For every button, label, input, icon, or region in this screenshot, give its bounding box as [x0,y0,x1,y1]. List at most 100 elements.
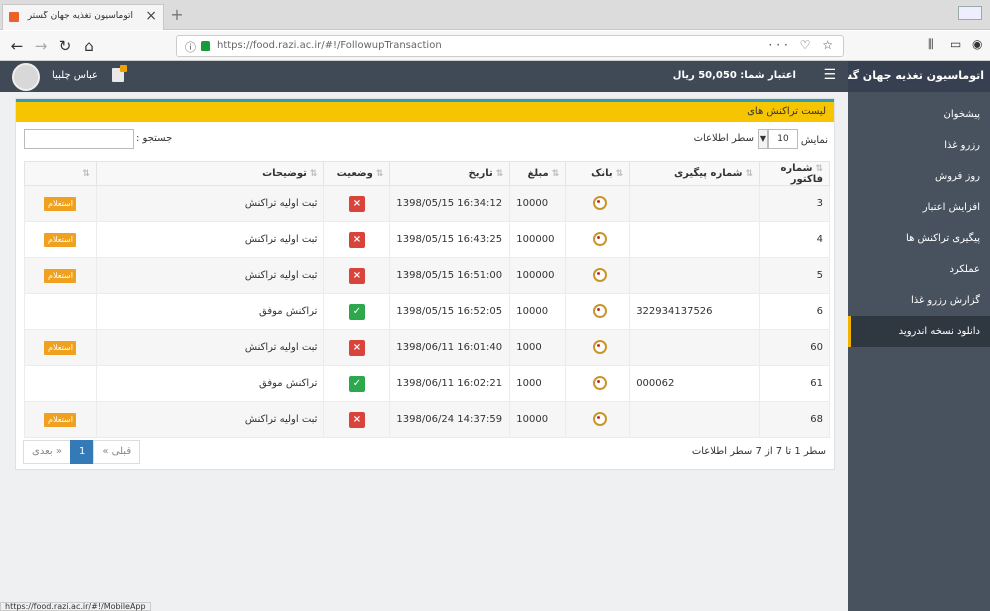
library-icon[interactable]: ⫼ [928,37,934,52]
date-cell: 1398/05/15 16:43:25 [389,221,511,258]
col-bank[interactable]: ⇅بانک [565,161,631,186]
bank-cell [565,365,631,402]
col-date[interactable]: ⇅تاریخ [389,161,511,186]
col-status[interactable]: ⇅وضعیت [323,161,391,186]
sidebar-item-transactions[interactable]: پیگیری تراکنش ها [848,223,990,254]
date-cell: 1398/05/15 16:51:00 [389,257,511,294]
close-icon: × [348,339,365,356]
amount-cell: 1000 [509,329,567,366]
rows-suffix-label: سطر اطلاعات [693,133,754,144]
amount-cell: 100000 [509,221,567,258]
table-info: سطر 1 تا 7 از 7 سطر اطلاعات [691,446,826,457]
panel-title: لیست تراکنش های [747,106,826,117]
check-icon: ✓ [348,303,365,320]
favicon-icon [9,12,19,22]
sidebar-item-increase-credit[interactable]: افزایش اعتبار [848,192,990,223]
invoice-cell: 68 [759,401,830,438]
tracking-cell [629,221,761,258]
window-controls-icon[interactable] [958,6,982,20]
action-cell [24,293,97,330]
bank-logo-icon [592,267,607,282]
bank-logo-icon [592,195,607,210]
transactions-table: ⇅شماره فاکتور ⇅شماره پیگیری ⇅بانک ⇅مبلغ … [24,161,830,438]
date-cell: 1398/05/15 16:34:12 [389,185,511,222]
avatar[interactable] [12,63,40,91]
chevron-down-icon[interactable]: ▼ [758,129,768,149]
close-icon: × [348,195,365,212]
info-icon[interactable]: ⓘ [185,39,196,55]
description-cell: ثبت اولیه تراکنش [95,329,325,366]
url-text[interactable]: https://food.razi.ac.ir/#!/FollowupTrans… [217,40,442,51]
account-icon[interactable]: ◉ [972,37,982,51]
col-amount[interactable]: ⇅مبلغ [509,161,567,186]
sort-icon[interactable]: ⇅ [815,164,823,174]
invoice-cell: 5 [759,257,830,294]
forward-arrow-icon[interactable]: → [30,35,52,57]
notes-icon[interactable] [112,65,127,82]
sidebar-item-day-sale[interactable]: روز فروش [848,161,990,192]
tracking-cell: 000062 [629,365,761,402]
browser-nav-bar: ← → ↻ ⌂ ⓘ https://food.razi.ac.ir/#!/Fol… [0,31,990,61]
col-tracking[interactable]: ⇅شماره پیگیری [629,161,761,186]
sidebar-item-dashboard[interactable]: پیشخوان [848,99,990,130]
invoice-cell: 61 [759,365,830,402]
date-cell: 1398/06/11 16:01:40 [389,329,511,366]
table-row: 3 10000 1398/05/15 16:34:12 × ثبت اولیه تراک… [24,185,830,222]
status-cell: ✓ [323,293,391,330]
amount-cell: 10000 [509,185,567,222]
sort-icon[interactable]: ⇅ [310,169,318,179]
action-cell: استعلام [24,185,97,222]
inquiry-button[interactable]: استعلام [44,268,77,283]
table-row: 68 10000 1398/06/24 14:37:59 × ثبت اولیه ترا… [24,401,830,438]
check-icon: ✓ [348,375,365,392]
tracking-cell [629,401,761,438]
new-tab-button[interactable]: + [168,6,186,24]
sidebar-item-reserve-report[interactable]: گزارش رزرو غذا [848,285,990,316]
sidebar-item-reserve-food[interactable]: رزرو غذا [848,130,990,161]
close-icon: × [348,411,365,428]
description-cell: تراکنش موفق [95,365,325,402]
page-actions-icons[interactable]: ··· ♡ ☆ [768,38,837,52]
browser-tab[interactable]: اتوماسیون تغذیه جهان گستر × [2,4,164,30]
main-content: لیست تراکنش های نمایش 10 ▼ سطر اطلاعات ج… [0,92,848,611]
inquiry-button[interactable]: استعلام [44,232,77,247]
sort-icon[interactable]: ⇅ [82,169,90,179]
bank-logo-icon [592,303,607,318]
col-description[interactable]: ⇅توضیحات [95,161,325,186]
home-icon[interactable]: ⌂ [78,35,100,57]
description-cell: ثبت اولیه تراکنش [95,401,325,438]
sidebar-item-android-download[interactable]: دانلود نسخه اندروید [848,316,990,347]
col-invoice[interactable]: ⇅شماره فاکتور [759,161,830,186]
inquiry-button[interactable]: استعلام [44,412,77,427]
action-cell: استعلام [24,257,97,294]
status-cell: × [323,401,391,438]
sidebar: پیشخوان رزرو غذا روز فروش افزایش اعتبار … [848,92,990,611]
sidebar-toggle-icon[interactable]: ▭ [950,37,961,51]
prev-page-button[interactable]: « قبلی [93,440,141,464]
bank-cell [565,401,631,438]
sort-icon[interactable]: ⇅ [616,169,624,179]
inquiry-button[interactable]: استعلام [44,196,77,211]
sidebar-item-performance[interactable]: عملکرد [848,254,990,285]
sort-icon[interactable]: ⇅ [552,169,560,179]
page-1-button[interactable]: 1 [69,440,95,464]
back-arrow-icon[interactable]: ← [6,35,28,57]
menu-toggle-icon[interactable]: ☰ [823,67,836,83]
page-length-select[interactable]: 10 [768,129,798,149]
sort-icon[interactable]: ⇅ [496,169,504,179]
date-cell: 1398/05/15 16:52:05 [389,293,511,330]
user-name[interactable]: عباس چلبیا [52,70,98,81]
col-action[interactable]: ⇅ [24,161,97,186]
inquiry-button[interactable]: استعلام [44,340,77,355]
address-bar[interactable]: ⓘ https://food.razi.ac.ir/#!/FollowupTra… [176,35,844,57]
next-page-button[interactable]: بعدی » [23,440,71,464]
status-cell: × [323,221,391,258]
bank-logo-icon [592,411,607,426]
table-row: 61 000062 1000 1398/06/11 16:02:21 ✓ تراکنش م… [24,365,830,402]
sort-icon[interactable]: ⇅ [746,169,754,179]
tab-close-icon[interactable]: × [145,8,157,24]
search-input[interactable] [24,129,134,149]
tracking-cell: 322934137526 [629,293,761,330]
sort-icon[interactable]: ⇅ [376,169,384,179]
reload-icon[interactable]: ↻ [54,35,76,57]
